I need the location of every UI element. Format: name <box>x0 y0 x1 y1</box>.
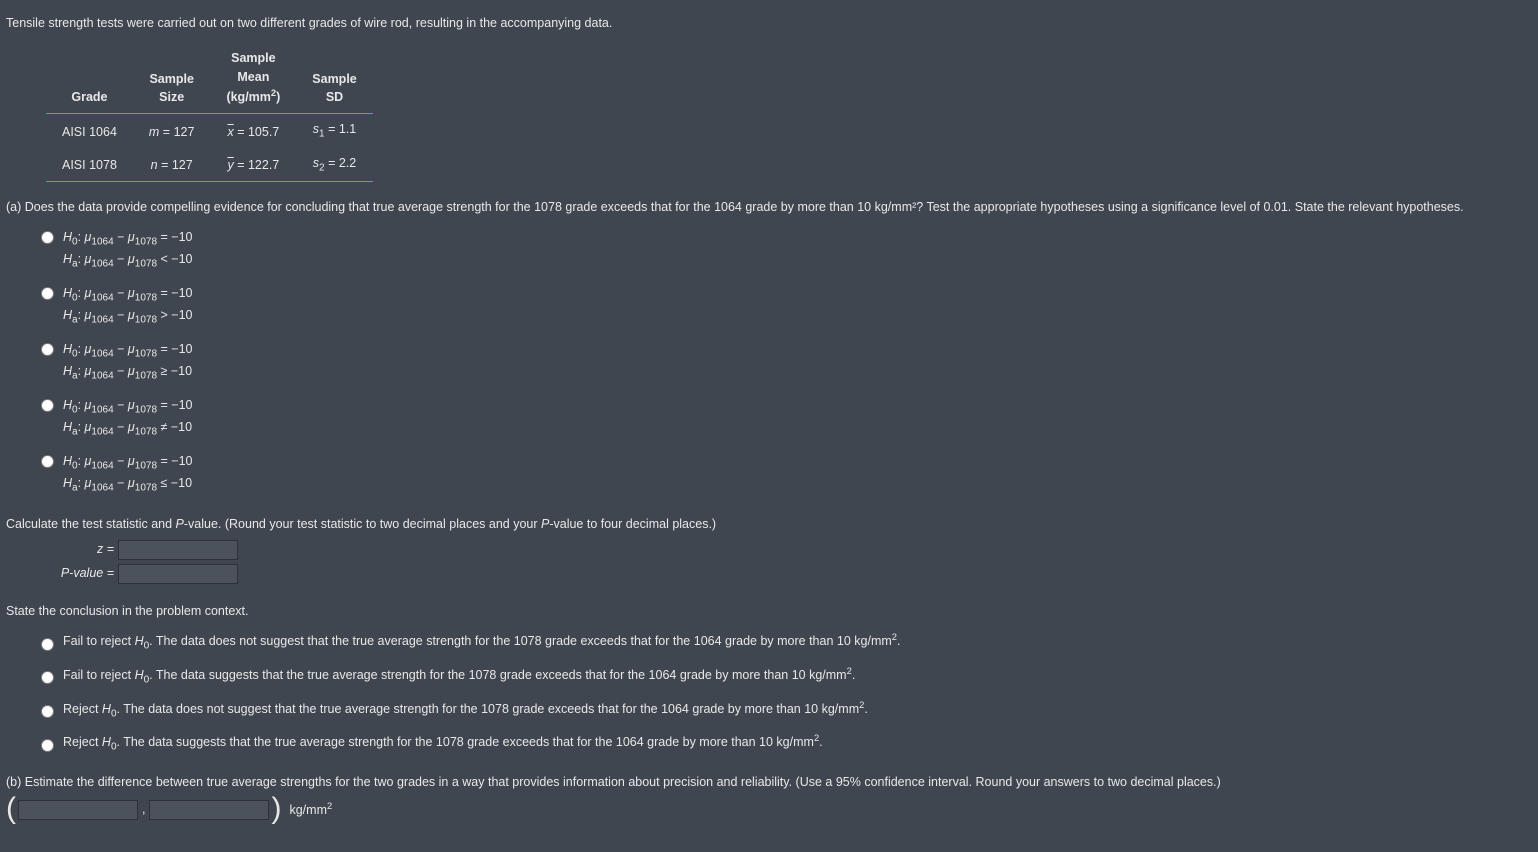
close-paren-icon: ) <box>271 797 281 821</box>
hyp-radio-ne[interactable] <box>41 399 54 412</box>
z-label: z = <box>46 540 118 559</box>
size-cell: n = 127 <box>133 148 211 182</box>
part-a-prompt: (a) Does the data provide compelling evi… <box>6 198 1532 217</box>
hyp-option-lt[interactable]: H0: μ1064 − μ1078 = −10 Ha: μ1064 − μ107… <box>36 227 1532 273</box>
open-paren-icon: ( <box>6 797 16 821</box>
calc-prompt: Calculate the test statistic and P-value… <box>6 515 1532 534</box>
grade-cell: AISI 1064 <box>46 114 133 148</box>
th-sd: SampleSD <box>296 43 372 114</box>
hyp-option-le[interactable]: H0: μ1064 − μ1078 = −10 Ha: μ1064 − μ107… <box>36 451 1532 497</box>
size-cell: m = 127 <box>133 114 211 148</box>
hyp-option-ge[interactable]: H0: μ1064 − μ1078 = −10 Ha: μ1064 − μ107… <box>36 339 1532 385</box>
concl-radio-b[interactable] <box>41 671 54 684</box>
hyp-radio-ge[interactable] <box>41 343 54 356</box>
hypotheses-options: H0: μ1064 − μ1078 = −10 Ha: μ1064 − μ107… <box>36 227 1532 497</box>
data-table: Grade SampleSize SampleMean(kg/mm2) Samp… <box>46 43 373 182</box>
th-grade: Grade <box>46 43 133 114</box>
conclusion-heading: State the conclusion in the problem cont… <box>6 602 1532 621</box>
mean-cell: y = 122.7 <box>210 148 296 182</box>
sd-cell: s1 = 1.1 <box>296 114 372 148</box>
mean-cell: x = 105.7 <box>210 114 296 148</box>
ci-comma: , <box>140 800 147 819</box>
concl-radio-d[interactable] <box>41 739 54 752</box>
th-mean: SampleMean(kg/mm2) <box>210 43 296 114</box>
hyp-radio-gt[interactable] <box>41 287 54 300</box>
conclusion-options: Fail to reject H0. The data does not sug… <box>36 630 1532 755</box>
th-size: SampleSize <box>133 43 211 114</box>
table-row: AISI 1078 n = 127 y = 122.7 s2 = 2.2 <box>46 148 373 182</box>
pvalue-label: P-value = <box>46 564 118 583</box>
hyp-option-ne[interactable]: H0: μ1064 − μ1078 = −10 Ha: μ1064 − μ107… <box>36 395 1532 441</box>
z-input[interactable] <box>118 540 238 560</box>
hyp-radio-lt[interactable] <box>41 231 54 244</box>
hyp-radio-le[interactable] <box>41 455 54 468</box>
pvalue-input[interactable] <box>118 564 238 584</box>
intro-text: Tensile strength tests were carried out … <box>6 14 1532 33</box>
sd-cell: s2 = 2.2 <box>296 148 372 182</box>
part-b-prompt: (b) Estimate the difference between true… <box>6 773 1532 792</box>
concl-option-d[interactable]: Reject H0. The data suggests that the tr… <box>36 731 1532 755</box>
ci-unit: kg/mm2 <box>289 799 332 820</box>
concl-option-c[interactable]: Reject H0. The data does not suggest tha… <box>36 698 1532 722</box>
ci-upper-input[interactable] <box>149 800 269 820</box>
concl-option-a[interactable]: Fail to reject H0. The data does not sug… <box>36 630 1532 654</box>
ci-lower-input[interactable] <box>18 800 138 820</box>
grade-cell: AISI 1078 <box>46 148 133 182</box>
hyp-option-gt[interactable]: H0: μ1064 − μ1078 = −10 Ha: μ1064 − μ107… <box>36 283 1532 329</box>
concl-radio-a[interactable] <box>41 638 54 651</box>
concl-option-b[interactable]: Fail to reject H0. The data suggests tha… <box>36 664 1532 688</box>
concl-radio-c[interactable] <box>41 705 54 718</box>
table-row: AISI 1064 m = 127 x = 105.7 s1 = 1.1 <box>46 114 373 148</box>
